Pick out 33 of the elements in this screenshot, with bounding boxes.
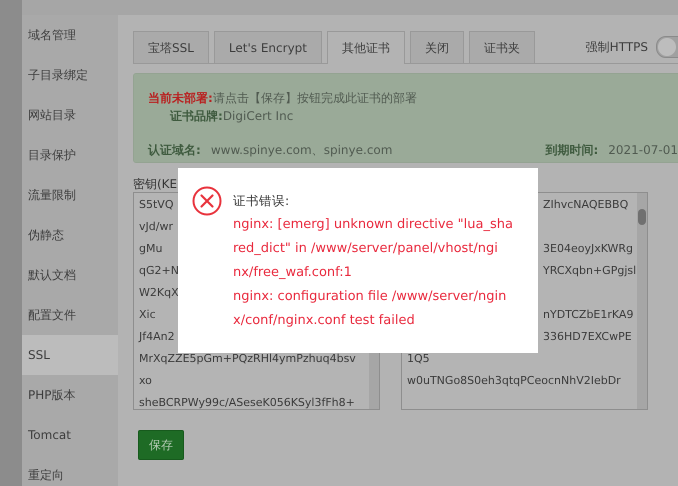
key-line: MrXqZZE5pGm+PQzRHl4ymPzhuq4bsv	[139, 351, 356, 367]
key-line: qG2+N	[139, 263, 179, 279]
key-line: Xic	[139, 307, 156, 323]
key-line: sheBCRPWy99c/ASeseK056KSyl3fFh8+	[139, 395, 355, 409]
certificate-line: w0uTNGo8S0eh3qtqPCeocnNhV2IebDr	[407, 373, 621, 389]
expiry-value: 2021-07-01	[608, 142, 678, 159]
domain-value: www.spinye.com、spinye.com	[210, 142, 392, 159]
certificate-line: 336HD7EXCwPE	[543, 329, 632, 345]
dialog-title: 证书错误:	[233, 192, 290, 210]
error-message-line: red_dict" in /www/server/panel/vhost/ngi	[233, 240, 499, 258]
certificate-line: nYDTCZbE1rKA9	[543, 307, 634, 323]
key-line: W2KqX	[139, 285, 179, 301]
key-line: S5tVQ	[139, 197, 174, 213]
error-message-line: nginx: [emerg] unknown directive "lua_sha	[233, 216, 513, 234]
key-line: vJd/wr	[139, 219, 173, 235]
certificate-line: 1Q5	[407, 351, 430, 367]
status-label: 当前未部署:	[148, 90, 213, 107]
expiry-label: 到期时间:	[545, 142, 598, 159]
certificate-line: 3E04eoyJxKWRg	[543, 241, 634, 257]
brand-value: DigiCert Inc	[222, 108, 294, 125]
key-line: gMu	[139, 241, 162, 257]
key-line: Jf4An2	[139, 329, 175, 345]
status-text: 请点击【保存】按钮完成此证书的部署	[212, 90, 417, 107]
error-message-line: nginx: configuration file /www/server/ngin	[233, 288, 508, 306]
brand-label: 证书品牌:	[170, 108, 223, 125]
domain-label: 认证域名:	[148, 142, 201, 159]
force-https-label: 强制HTTPS	[586, 38, 648, 56]
key-field-label: 密钥(KE	[133, 176, 178, 192]
certificate-line: ZIhvcNAQEBBQ	[543, 197, 628, 213]
error-message-line: nx/free_waf.conf:1	[233, 264, 353, 282]
certificate-line: YRCXqbn+GPgjsl	[543, 263, 636, 279]
key-line: xo	[139, 373, 152, 389]
error-message-line: x/conf/nginx.conf test failed	[233, 312, 416, 330]
